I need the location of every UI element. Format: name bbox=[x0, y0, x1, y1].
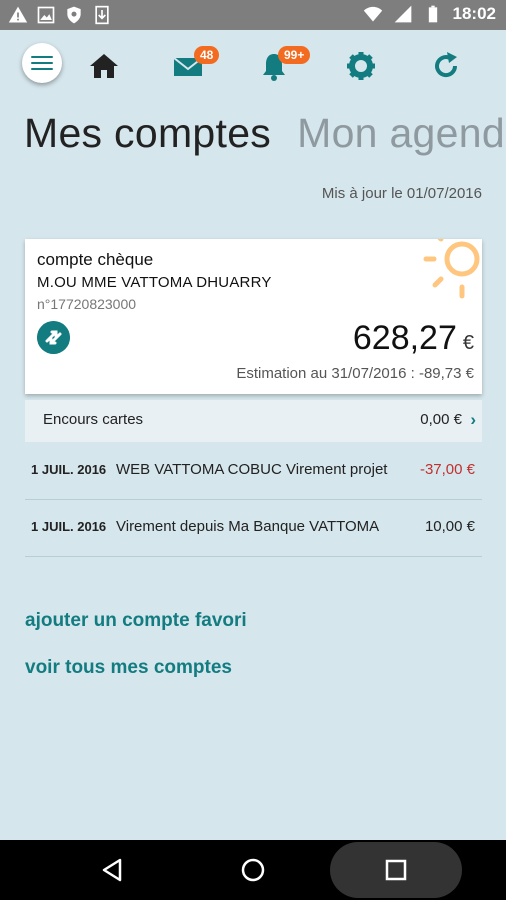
encours-label: Encours cartes bbox=[43, 411, 144, 428]
tab-row: Mes comptes Mon agenda bbox=[24, 110, 506, 157]
chevron-right-icon: › bbox=[470, 410, 476, 429]
back-icon[interactable] bbox=[96, 854, 128, 886]
transaction-label: WEB VATTOMA COBUC Virement projet bbox=[116, 461, 388, 478]
transaction-date: 1 JUIL. 2016 bbox=[31, 462, 107, 477]
battery-icon bbox=[428, 5, 437, 23]
transaction-row[interactable]: 1 JUIL. 2016 Virement depuis Ma Banque V… bbox=[25, 500, 482, 557]
home-circle-icon[interactable] bbox=[237, 854, 269, 886]
menu-button[interactable] bbox=[22, 43, 62, 83]
last-updated: Mis à jour le 01/07/2016 bbox=[321, 185, 482, 202]
home-icon[interactable] bbox=[86, 48, 122, 84]
transfer-icon[interactable] bbox=[37, 321, 70, 354]
messages-badge: 48 bbox=[194, 46, 220, 64]
gear-icon[interactable] bbox=[343, 48, 379, 84]
notifications-badge: 99+ bbox=[278, 46, 311, 64]
encours-cartes-row[interactable]: Encours cartes 0,00 € › bbox=[25, 400, 482, 442]
image-icon bbox=[37, 6, 55, 24]
transaction-date: 1 JUIL. 2016 bbox=[31, 519, 107, 534]
balance-currency: € bbox=[462, 332, 474, 354]
refresh-icon[interactable] bbox=[428, 48, 464, 84]
wifi-icon bbox=[363, 6, 382, 22]
transaction-amount: 10,00 € bbox=[424, 518, 475, 535]
app-bar: 48 99+ bbox=[0, 30, 506, 102]
all-accounts-link[interactable]: voir tous mes comptes bbox=[25, 657, 232, 679]
add-favorite-account-link[interactable]: ajouter un compte favori bbox=[25, 610, 247, 632]
transaction-amount: -37,00 € bbox=[419, 461, 475, 478]
account-number: n°17720823000 bbox=[37, 296, 137, 312]
recents-icon[interactable] bbox=[380, 854, 412, 886]
status-bar: 18:02 bbox=[0, 0, 506, 30]
balance-estimate: Estimation au 31/07/2016 : -89,73 € bbox=[236, 365, 474, 382]
system-nav-bar bbox=[0, 840, 506, 900]
download-icon bbox=[95, 5, 109, 25]
shield-icon bbox=[67, 6, 81, 24]
tab-mon-agenda[interactable]: Mon agenda bbox=[297, 110, 506, 156]
account-type: compte chèque bbox=[37, 250, 154, 269]
encours-value: 0,00 € bbox=[420, 411, 462, 428]
sun-icon bbox=[423, 239, 480, 299]
account-card[interactable]: compte chèque M.OU MME VATTOMA DHUARRY n… bbox=[25, 239, 482, 394]
balance-value: 628,27 bbox=[352, 319, 457, 357]
transaction-row[interactable]: 1 JUIL. 2016 WEB VATTOMA COBUC Virement … bbox=[25, 443, 482, 500]
warning-icon bbox=[8, 6, 28, 23]
clock: 18:02 bbox=[452, 4, 496, 23]
account-holder: M.OU MME VATTOMA DHUARRY bbox=[37, 274, 272, 291]
transaction-label: Virement depuis Ma Banque VATTOMA bbox=[116, 518, 380, 535]
tab-mes-comptes[interactable]: Mes comptes bbox=[24, 110, 271, 156]
signal-icon bbox=[394, 5, 411, 23]
account-balance: 628,27 € bbox=[353, 319, 474, 358]
